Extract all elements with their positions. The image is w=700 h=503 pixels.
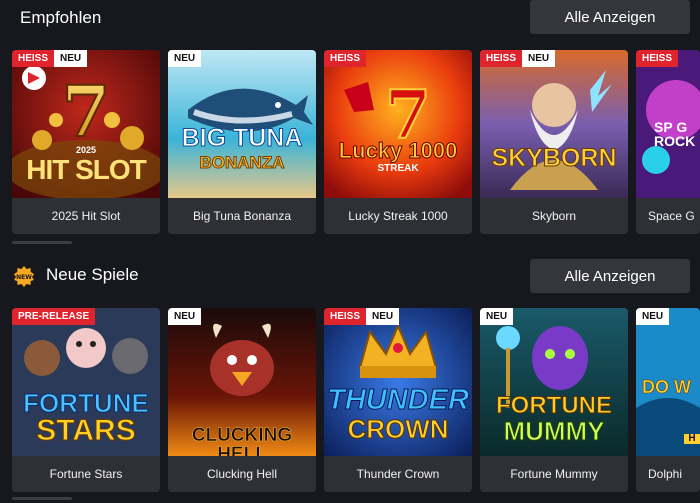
new-badge: NEU bbox=[636, 308, 670, 325]
game-art-title: SKYBORN bbox=[491, 144, 617, 172]
game-title: Thunder Crown bbox=[324, 456, 472, 492]
game-title: Space G bbox=[636, 198, 700, 234]
badge-group: NEU bbox=[480, 308, 514, 325]
game-card-clucking-hell[interactable]: CLUCKING HELL NEU Clucking Hell bbox=[168, 308, 316, 492]
game-title: Lucky Streak 1000 bbox=[324, 198, 472, 234]
pre-release-badge: PRE-RELEASE bbox=[12, 308, 96, 325]
game-art-title: CLUCKING HELL bbox=[191, 425, 293, 456]
game-thumbnail: CLUCKING HELL bbox=[168, 308, 316, 456]
game-title: Skyborn bbox=[480, 198, 628, 234]
game-thumbnail: FORTUNE STARS bbox=[12, 308, 160, 456]
game-art-title: HIT SLOT bbox=[26, 154, 147, 185]
game-thumbnail: SKYBORN bbox=[480, 50, 628, 198]
game-thumbnail: 7 Lucky 1000 STREAK bbox=[324, 50, 472, 198]
badge-group: HEISS NEU bbox=[324, 308, 400, 325]
game-art-subtitle: STREAK bbox=[377, 163, 419, 174]
game-thumbnail: DO W H bbox=[636, 308, 700, 456]
game-art-title: THUNDER bbox=[327, 384, 470, 416]
row-scrollbar[interactable] bbox=[12, 241, 72, 244]
new-badge: NEU bbox=[168, 308, 202, 325]
game-art-subtitle: MUMMY bbox=[503, 416, 605, 446]
section-title: Empfohlen bbox=[20, 8, 102, 27]
new-badge: NEU bbox=[168, 50, 202, 67]
game-title: Big Tuna Bonanza bbox=[168, 198, 316, 234]
game-row: FORTUNE STARS PRE-RELEASE Fortune Stars … bbox=[12, 308, 700, 494]
game-art-title: FORTUNE bbox=[496, 392, 613, 419]
game-card-space-g[interactable]: SP G ROCK HEISS Space G bbox=[636, 50, 700, 234]
game-title: Clucking Hell bbox=[168, 456, 316, 492]
hot-badge: HEISS bbox=[636, 50, 679, 67]
badge-group: HEISS bbox=[636, 50, 679, 67]
section-title: Neue Spiele bbox=[46, 265, 139, 284]
new-badge: NEU bbox=[522, 50, 556, 67]
section-header: NEW Neue Spiele Alle Anzeigen bbox=[0, 257, 700, 293]
hot-badge: HEISS bbox=[324, 308, 367, 325]
new-icon: NEW bbox=[14, 266, 34, 287]
game-thumbnail: SP G ROCK bbox=[636, 50, 700, 198]
badge-group: HEISS bbox=[324, 50, 367, 67]
game-art-title: BIG TUNA bbox=[181, 124, 303, 152]
svg-text:7: 7 bbox=[62, 70, 111, 153]
hot-badge: HEISS bbox=[324, 50, 367, 67]
game-title: Dolphi bbox=[636, 456, 700, 492]
game-art-title: Lucky 1000 bbox=[338, 138, 458, 163]
row-scrollbar[interactable] bbox=[12, 497, 72, 500]
badge-group: NEU bbox=[636, 308, 670, 325]
game-art-subtitle: H bbox=[684, 434, 700, 444]
hot-badge: HEISS bbox=[480, 50, 523, 67]
show-all-button[interactable]: Alle Anzeigen bbox=[530, 0, 690, 34]
badge-group: HEISS NEU bbox=[480, 50, 556, 67]
game-card-2025-hit-slot[interactable]: 7 2025 HIT SLOT HEISS NEU 2025 Hit Slot bbox=[12, 50, 160, 234]
game-card-thunder-crown[interactable]: THUNDER CROWN HEISS NEU Thunder Crown bbox=[324, 308, 472, 492]
badge-group: NEU bbox=[168, 308, 202, 325]
game-art-subtitle: BONANZA bbox=[199, 153, 285, 172]
game-thumbnail: FORTUNE MUMMY bbox=[480, 308, 628, 456]
badge-group: PRE-RELEASE bbox=[12, 308, 96, 325]
game-title: Fortune Mummy bbox=[480, 456, 628, 492]
hot-badge: HEISS bbox=[12, 50, 55, 67]
game-card-lucky-streak-1000[interactable]: 7 Lucky 1000 STREAK HEISS Lucky Streak 1… bbox=[324, 50, 472, 234]
game-thumbnail: 7 2025 HIT SLOT bbox=[12, 50, 160, 198]
game-thumbnail: BIG TUNA BONANZA bbox=[168, 50, 316, 198]
section-new-games: NEW Neue Spiele Alle Anzeigen FORTUNE ST… bbox=[0, 257, 700, 492]
game-card-fortune-mummy[interactable]: FORTUNE MUMMY NEU Fortune Mummy bbox=[480, 308, 628, 492]
game-card-fortune-stars[interactable]: FORTUNE STARS PRE-RELEASE Fortune Stars bbox=[12, 308, 160, 492]
game-row: 7 2025 HIT SLOT HEISS NEU 2025 Hit Slot bbox=[12, 50, 700, 236]
game-art-title: FORTUNE bbox=[23, 388, 150, 418]
new-icon-label: NEW bbox=[16, 274, 32, 281]
game-title: Fortune Stars bbox=[12, 456, 160, 492]
badge-group: NEU bbox=[168, 50, 202, 67]
game-art-title: DO W bbox=[642, 377, 692, 397]
game-title: 2025 Hit Slot bbox=[12, 198, 160, 234]
game-art-subtitle: CROWN bbox=[347, 414, 449, 444]
new-badge: NEU bbox=[366, 308, 400, 325]
game-card-big-tuna-bonanza[interactable]: BIG TUNA BONANZA NEU Big Tuna Bonanza bbox=[168, 50, 316, 234]
game-art-subtitle: STARS bbox=[36, 414, 136, 447]
section-header: Empfohlen Alle Anzeigen bbox=[0, 0, 700, 36]
game-thumbnail: THUNDER CROWN bbox=[324, 308, 472, 456]
show-all-button[interactable]: Alle Anzeigen bbox=[530, 259, 690, 293]
section-featured: Empfohlen Alle Anzeigen 7 2025 HIT SLOT … bbox=[0, 0, 700, 244]
game-card-skyborn[interactable]: SKYBORN HEISS NEU Skyborn bbox=[480, 50, 628, 234]
game-art-title: SP G ROCK bbox=[654, 119, 696, 149]
badge-group: HEISS NEU bbox=[12, 50, 88, 67]
game-card-dolphi[interactable]: DO W H NEU Dolphi bbox=[636, 308, 700, 492]
new-badge: NEU bbox=[54, 50, 88, 67]
new-badge: NEU bbox=[480, 308, 514, 325]
